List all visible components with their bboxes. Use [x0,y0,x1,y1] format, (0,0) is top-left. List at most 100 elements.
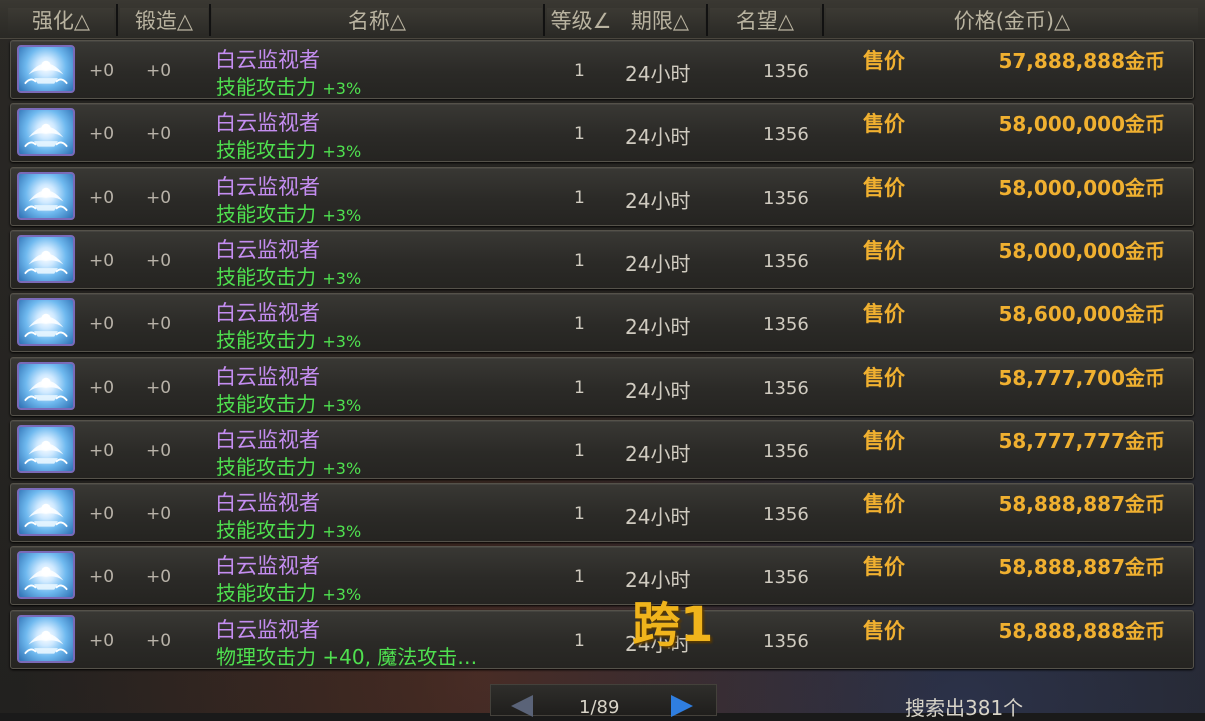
stat-value: +3% [322,79,362,98]
listing-row[interactable]: +0 +0 白云监视者 技能攻击力 +3% 1 24小时 1356 售价 58,600,000金… [10,293,1194,353]
item-fame: 1356 [763,567,809,589]
forge-value: +0 [146,61,172,81]
item-stat: 技能攻击力 +3% [216,388,361,417]
header-name[interactable]: 名称△ [212,8,542,34]
item-duration: 24小时 [625,378,691,403]
item-fame: 1356 [763,377,809,399]
forge-value: +0 [146,250,172,271]
forge-value: +0 [146,567,172,588]
header-level[interactable]: 等级∠ [547,8,615,34]
item-icon[interactable] [17,488,75,537]
next-page-icon[interactable] [671,695,693,717]
listing-row[interactable]: +0 +0 白云监视者 技能攻击力 +3% 1 24小时 1356 售价 58,888,887金… [10,483,1194,543]
stat-value: +3% [322,395,362,415]
sell-label: 售价 [863,302,905,327]
sell-label: 售价 [863,238,905,263]
item-duration: 24小时 [625,441,691,466]
item-fame: 1356 [763,187,809,209]
item-name: 白云监视者 [215,364,320,389]
pagination-bar: 1/89 搜索出381个 [0,676,1205,720]
header-enhance[interactable]: 强化△ [8,8,114,34]
item-icon[interactable] [17,171,75,220]
item-stat: 技能攻击力 +3% [216,261,361,290]
item-stat: 技能攻击力 +3% [216,71,361,100]
stat-label: 技能攻击力 [216,75,316,99]
enhance-value: +0 [89,187,115,208]
item-level: 1 [574,314,585,335]
item-price: 58,888,887金币 [998,555,1165,580]
forge-value: +0 [146,630,172,651]
item-fame: 1356 [763,61,809,82]
item-name: 白云监视者 [215,491,320,516]
stat-value: +3% [322,585,362,605]
item-stat: 物理攻击力 +40, 魔法攻击… [216,641,477,670]
item-name: 白云监视者 [215,48,320,72]
pagination-control: 1/89 [490,684,717,718]
item-icon[interactable] [17,45,75,93]
sell-label: 售价 [863,112,905,137]
forge-value: +0 [146,504,172,525]
item-level: 1 [574,440,585,461]
item-name: 白云监视者 [215,111,320,136]
header-fame[interactable]: 名望△ [710,8,820,34]
forge-value: +0 [146,187,172,208]
header-divider [543,4,545,36]
forge-value: +0 [146,440,172,461]
sell-label: 售价 [863,49,905,73]
page-indicator: 1/89 [579,697,620,718]
item-price: 58,000,000金币 [998,238,1165,263]
sell-label: 售价 [863,618,905,643]
item-stat: 技能攻击力 +3% [216,324,361,353]
item-icon[interactable] [17,234,75,283]
prev-page-icon[interactable] [511,695,533,717]
enhance-value: +0 [89,567,115,588]
item-price: 58,000,000金币 [998,175,1165,200]
header-divider [116,4,118,36]
listing-row[interactable]: +0 +0 白云监视者 物理攻击力 +40, 魔法攻击… 1 24小时 1356 售价 58,… [10,609,1194,670]
listing-row[interactable]: +0 +0 白云监视者 技能攻击力 +3% 1 24小时 1356 售价 58,777,777金… [10,419,1194,479]
stat-label: 技能攻击力 [216,328,316,353]
listing-row[interactable]: +0 +0 白云监视者 技能攻击力 +3% 1 24小时 1356 售价 57,888,888金… [10,40,1194,99]
server-watermark: 跨1 [632,597,714,653]
item-fame: 1356 [763,630,809,652]
header-duration[interactable]: 期限△ [615,8,705,34]
item-level: 1 [574,61,585,81]
listing-row[interactable]: +0 +0 白云监视者 技能攻击力 +3% 1 24小时 1356 售价 58,888,887金… [10,546,1194,606]
listing-row[interactable]: +0 +0 白云监视者 技能攻击力 +3% 1 24小时 1356 售价 58,000,000金… [10,166,1194,227]
listing-row[interactable]: +0 +0 白云监视者 技能攻击力 +3% 1 24小时 1356 售价 58,000,000金… [10,103,1194,163]
item-level: 1 [574,124,585,145]
sell-label: 售价 [863,492,905,517]
item-fame: 1356 [763,250,809,272]
stat-label: 技能攻击力 [216,138,316,163]
enhance-value: +0 [89,630,115,651]
header-price[interactable]: 价格(金币)△ [826,8,1198,34]
item-icon[interactable] [17,108,75,157]
item-fame: 1356 [763,440,809,462]
item-icon[interactable] [17,551,75,600]
item-icon[interactable] [17,361,75,410]
stat-label: 技能攻击力 [216,454,316,479]
item-duration: 24小时 [625,315,691,340]
forge-value: +0 [146,377,172,398]
item-fame: 1356 [763,314,809,336]
header-forge[interactable]: 锻造△ [120,8,208,34]
item-icon[interactable] [17,424,75,473]
item-level: 1 [574,504,585,525]
item-icon[interactable] [17,298,75,347]
item-stat: 技能攻击力 +3% [216,198,361,227]
listing-row[interactable]: +0 +0 白云监视者 技能攻击力 +3% 1 24小时 1356 售价 58,000,000金… [10,229,1194,290]
enhance-value: +0 [89,440,115,461]
item-icon[interactable] [17,614,75,663]
item-duration: 24小时 [625,188,691,213]
item-duration: 24小时 [625,62,691,86]
stat-label: 技能攻击力 [216,391,316,416]
item-name: 白云监视者 [215,427,320,452]
item-stat: 技能攻击力 +3% [216,514,361,543]
stat-value: +3% [322,332,362,352]
item-duration: 24小时 [625,125,691,150]
listing-row[interactable]: +0 +0 白云监视者 技能攻击力 +3% 1 24小时 1356 售价 58,777,700金… [10,356,1194,417]
enhance-value: +0 [89,61,115,81]
forge-value: +0 [146,124,172,145]
item-fame: 1356 [763,124,809,146]
item-price: 58,888,888金币 [998,618,1165,643]
